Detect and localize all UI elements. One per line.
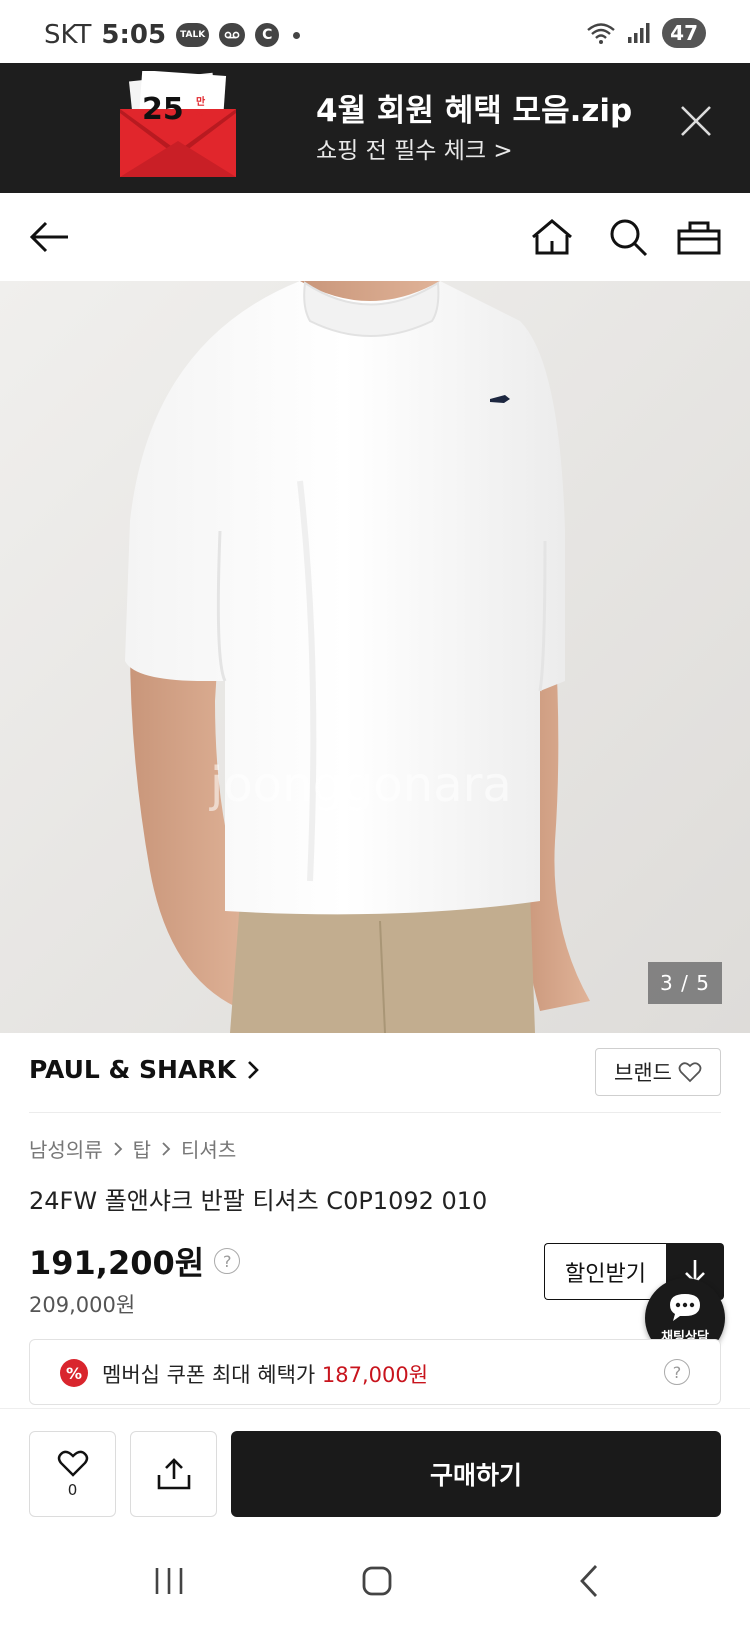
breadcrumb: 남성의류 탑 티셔츠	[29, 1134, 236, 1163]
back-arrow-icon[interactable]	[28, 215, 72, 259]
envelope-unit-bottom: 원	[196, 108, 205, 121]
current-price: 191,200원	[29, 1244, 205, 1282]
recent-apps-icon[interactable]	[144, 1556, 194, 1606]
product-image-gallery[interactable]: joonggonara 3 / 5	[0, 281, 750, 1033]
search-icon[interactable]	[606, 215, 650, 259]
product-title: 24FW 폴앤샤크 반팔 티셔츠 C0P1092 010	[29, 1187, 488, 1215]
get-discount-button[interactable]: 할인받기	[544, 1243, 666, 1300]
home-button-icon[interactable]	[352, 1556, 402, 1606]
clock: 5:05	[101, 20, 167, 50]
close-icon[interactable]	[676, 101, 716, 141]
image-counter: 3 / 5	[648, 962, 722, 1004]
product-photo: joonggonara	[0, 281, 750, 1033]
shopping-bag-icon[interactable]	[677, 215, 721, 259]
breadcrumb-item[interactable]: 티셔츠	[181, 1134, 236, 1163]
carrier-label: SKT	[44, 20, 92, 50]
heart-icon	[57, 1450, 88, 1477]
status-right: 47	[586, 18, 706, 48]
like-button[interactable]: 0	[29, 1431, 116, 1517]
brand-row: PAUL & SHARK 브랜드	[0, 1033, 750, 1113]
voicemail-icon	[219, 23, 246, 47]
buy-button[interactable]: 구매하기	[231, 1431, 721, 1517]
coupon-prefix: 멤버십 쿠폰 최대 혜택가	[102, 1363, 316, 1387]
top-navigation	[0, 193, 750, 281]
back-nav-icon[interactable]	[565, 1556, 615, 1606]
brand-button-label: 브랜드	[614, 1061, 672, 1085]
watermark-text: joonggonara	[209, 757, 512, 813]
brand-favorite-button[interactable]: 브랜드	[595, 1048, 721, 1096]
breadcrumb-item[interactable]: 탑	[133, 1134, 151, 1163]
brand-name: PAUL & SHARK	[29, 1055, 236, 1084]
price-help-icon[interactable]: ?	[214, 1248, 241, 1274]
breadcrumb-item[interactable]: 남성의류	[29, 1134, 103, 1163]
chevron-right-icon	[248, 1060, 259, 1079]
notification-dot-icon	[293, 31, 301, 39]
battery-indicator: 47	[662, 18, 706, 48]
chevron-right-icon	[162, 1141, 171, 1156]
share-icon	[157, 1458, 190, 1490]
like-count: 0	[67, 1481, 78, 1499]
membership-coupon-box[interactable]: % 멤버십 쿠폰 최대 혜택가 187,000원 ?	[29, 1339, 721, 1405]
coupon-text: 멤버십 쿠폰 최대 혜택가 187,000원	[102, 1359, 428, 1389]
promo-banner[interactable]: 25 만 원 4월 회원 혜택 모음.zip 쇼핑 전 필수 체크 >	[0, 63, 750, 193]
divider	[29, 1112, 721, 1113]
promo-title: 4월 회원 혜택 모음.zip	[316, 93, 633, 129]
heart-outline-icon	[678, 1062, 702, 1083]
original-price: 209,000원	[29, 1293, 136, 1317]
coupon-amount: 187,000원	[321, 1363, 429, 1387]
system-navigation-bar	[0, 1536, 750, 1625]
brand-link[interactable]: PAUL & SHARK	[29, 1055, 260, 1084]
status-bar: SKT 5:05 TALK C 47	[0, 0, 750, 63]
envelope-icon: 25 만 원	[120, 71, 236, 177]
chat-bubble-icon	[670, 1293, 700, 1321]
talk-icon: TALK	[176, 23, 210, 47]
home-icon[interactable]	[530, 215, 574, 259]
signal-icon	[628, 23, 650, 43]
price-row: 191,200원 ?	[29, 1238, 241, 1284]
bottom-action-bar: 0 구매하기	[0, 1408, 750, 1536]
envelope-amount: 25	[142, 92, 184, 127]
chevron-right-icon	[113, 1141, 122, 1156]
envelope-unit-top: 만	[196, 95, 206, 108]
status-left: SKT 5:05 TALK C	[44, 20, 301, 50]
promo-subtitle-link[interactable]: 쇼핑 전 필수 체크 >	[316, 131, 513, 165]
percent-icon: %	[60, 1359, 88, 1387]
c-app-icon: C	[255, 23, 280, 47]
coupon-help-icon[interactable]: ?	[664, 1359, 690, 1385]
wifi-icon	[587, 23, 615, 44]
share-button[interactable]	[130, 1431, 217, 1517]
